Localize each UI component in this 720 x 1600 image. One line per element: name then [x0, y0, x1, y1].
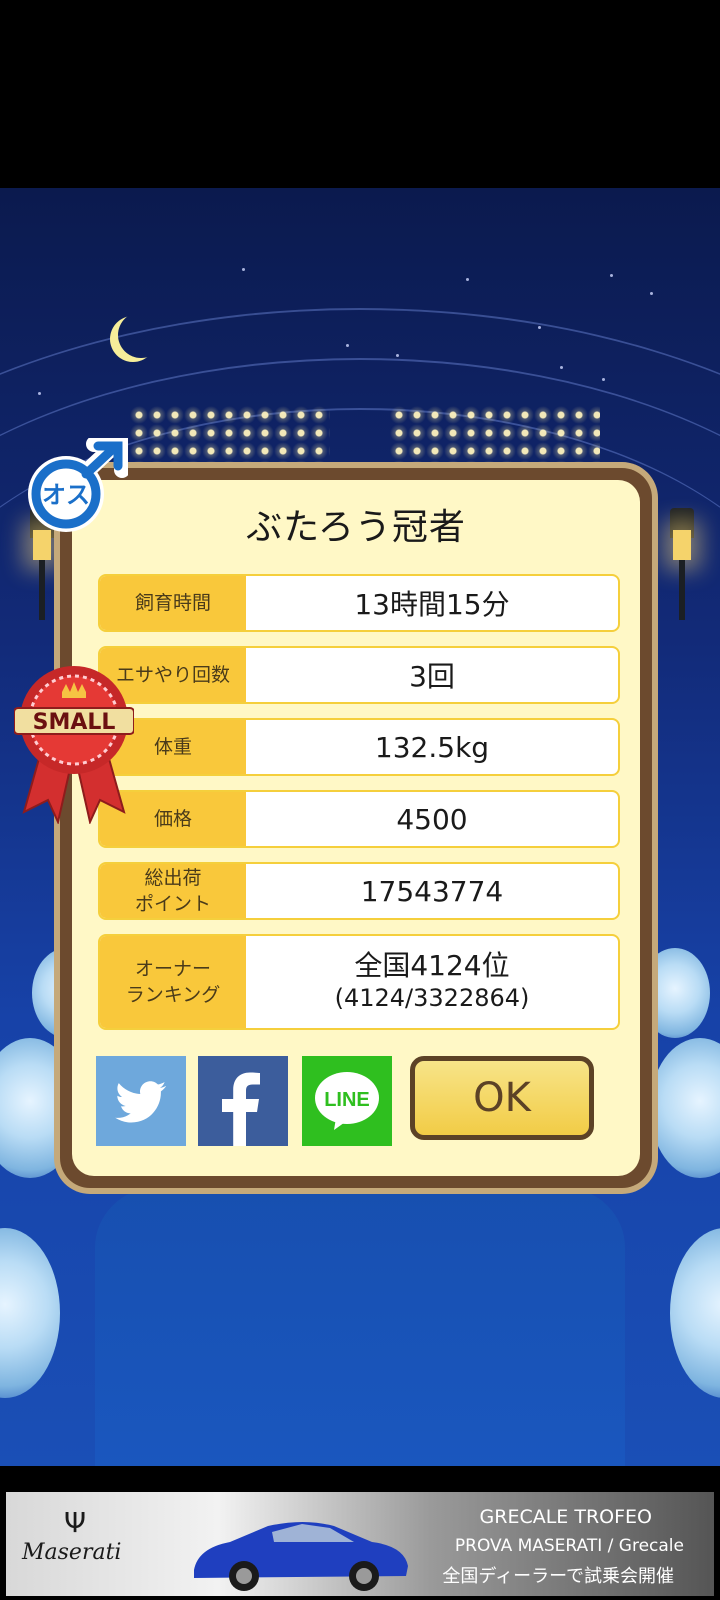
stat-row-weight: 体重 132.5kg	[98, 718, 620, 776]
status-bar-area	[0, 0, 720, 188]
star	[610, 274, 613, 277]
blue-carpet	[95, 1188, 625, 1466]
stat-label: 総出荷 ポイント	[100, 864, 246, 918]
star	[650, 292, 653, 295]
stat-value: 4500	[396, 802, 468, 836]
stat-row-feeding-count: エサやり回数 3回	[98, 646, 620, 704]
ranking-detail: (4124/3322864)	[334, 984, 530, 1012]
pig-name-title: ぶたろう冠者	[246, 507, 466, 548]
stat-row-owner-ranking: オーナー ランキング 全国4124位 (4124/3322864)	[98, 934, 620, 1030]
stat-row-price: 価格 4500	[98, 790, 620, 848]
result-dialog: ぶたろう冠者 飼育時間 13時間15分 エサやり回数 3回 体重 132.5kg…	[60, 468, 652, 1188]
stat-value: 3回	[409, 660, 455, 693]
stat-value: 17543774	[360, 874, 504, 908]
line-label: LINE	[324, 1089, 370, 1111]
line-icon: LINE	[315, 1072, 379, 1130]
street-lamp-icon	[662, 508, 702, 620]
ad-subline: PROVA MASERATI / Grecale	[454, 1536, 684, 1556]
fairy-lights	[390, 406, 600, 466]
star	[242, 268, 245, 271]
star	[346, 344, 349, 347]
line-share-button[interactable]: LINE	[302, 1056, 392, 1146]
stat-value: 13時間15分	[354, 588, 510, 621]
twitter-bird-icon	[115, 1081, 167, 1123]
ad-banner[interactable]: Ψ Maserati GRECALE TROFEO PROVA MASERATI…	[6, 1492, 714, 1596]
ad-tagline: 全国ディーラーで試乗会開催	[442, 1566, 674, 1587]
ad-brand: Maserati	[22, 1540, 122, 1565]
stat-value: 全国4124位 (4124/3322864)	[246, 936, 618, 1028]
star	[466, 278, 469, 281]
stat-label: 飼育時間	[100, 576, 246, 630]
light-globe	[670, 1228, 720, 1398]
car-image	[194, 1522, 408, 1591]
star	[396, 354, 399, 357]
maserati-trident-icon: Ψ	[64, 1506, 87, 1539]
fairy-lights	[130, 406, 330, 466]
star	[538, 326, 541, 329]
stat-row-shipping-points: 総出荷 ポイント 17543774	[98, 862, 620, 920]
twitter-share-button[interactable]	[96, 1056, 186, 1146]
stat-value: 132.5kg	[374, 730, 490, 764]
gender-label: オス	[42, 481, 90, 509]
star	[38, 392, 41, 395]
ribbon-icon: SMALL	[14, 666, 134, 824]
stat-row-breeding-time: 飼育時間 13時間15分	[98, 574, 620, 632]
light-globe	[0, 1228, 60, 1398]
ranking-value: 全国4124位	[354, 949, 510, 982]
facebook-f-icon	[222, 1072, 260, 1146]
ad-headline: GRECALE TROFEO	[479, 1506, 652, 1528]
male-symbol-icon: オス	[28, 438, 128, 532]
moon-icon	[118, 312, 164, 358]
ok-button[interactable]: OK	[410, 1056, 594, 1140]
facebook-share-button[interactable]	[198, 1056, 288, 1146]
star	[602, 378, 605, 381]
light-globe	[650, 1038, 720, 1178]
size-label: SMALL	[33, 710, 116, 735]
star	[560, 366, 563, 369]
stat-label: オーナー ランキング	[100, 936, 246, 1028]
